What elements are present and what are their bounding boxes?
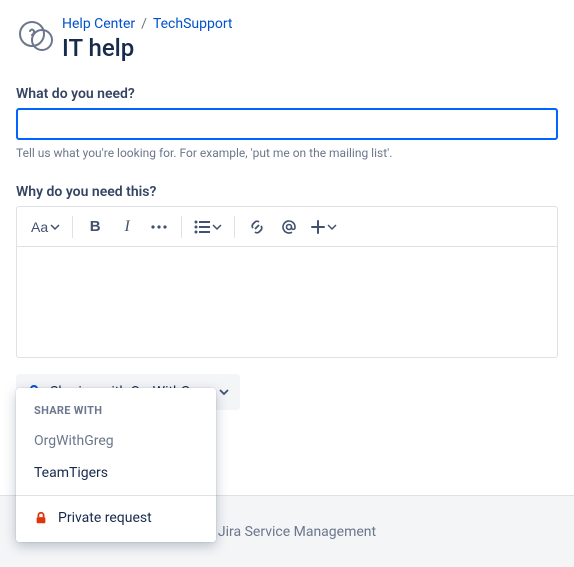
- toolbar-separator: [234, 216, 235, 238]
- summary-input[interactable]: [16, 108, 558, 140]
- chevron-down-icon: [218, 386, 230, 398]
- lock-closed-icon: [34, 511, 48, 525]
- breadcrumb-separator: /: [141, 16, 147, 32]
- summary-field: What do you need? Tell us what you're lo…: [16, 86, 558, 160]
- breadcrumb-project[interactable]: TechSupport: [153, 16, 233, 32]
- share-option-private[interactable]: Private request: [16, 502, 216, 534]
- editor-toolbar: Aa B I: [17, 207, 557, 247]
- page-header: Help Center / TechSupport IT help: [16, 16, 558, 62]
- summary-label: What do you need?: [16, 86, 558, 102]
- mention-button[interactable]: [273, 211, 305, 243]
- link-icon: [249, 219, 265, 235]
- toolbar-separator: [72, 216, 73, 238]
- insert-button[interactable]: [305, 211, 343, 243]
- dropdown-divider: [16, 495, 216, 496]
- bold-button[interactable]: B: [79, 211, 111, 243]
- mention-icon: [281, 219, 297, 235]
- request-type-icon: [16, 16, 56, 56]
- description-field: Why do you need this? Aa B I: [16, 184, 558, 358]
- share-option-org[interactable]: OrgWithGreg: [16, 425, 216, 457]
- footer-text: Jira Service Management: [218, 524, 376, 540]
- more-icon: [151, 225, 167, 229]
- description-label: Why do you need this?: [16, 184, 558, 200]
- page-title: IT help: [62, 34, 233, 62]
- breadcrumb: Help Center / TechSupport: [62, 16, 233, 32]
- chevron-down-icon: [212, 222, 222, 232]
- summary-hint: Tell us what you're looking for. For exa…: [16, 146, 558, 160]
- bullet-list-icon: [194, 220, 210, 234]
- text-styles-label: Aa: [31, 219, 48, 235]
- text-styles-button[interactable]: Aa: [25, 211, 66, 243]
- share-option-private-label: Private request: [58, 510, 152, 526]
- chevron-down-icon: [50, 222, 60, 232]
- share-with-dropdown: SHARE WITH OrgWithGreg TeamTigers Privat…: [16, 388, 216, 542]
- description-input[interactable]: [17, 247, 557, 357]
- breadcrumb-help-center[interactable]: Help Center: [62, 16, 135, 32]
- more-formatting-button[interactable]: [143, 211, 175, 243]
- dropdown-header: SHARE WITH: [16, 404, 216, 425]
- italic-button[interactable]: I: [111, 211, 143, 243]
- toolbar-separator: [181, 216, 182, 238]
- chevron-down-icon: [327, 222, 337, 232]
- lists-button[interactable]: [188, 211, 228, 243]
- link-button[interactable]: [241, 211, 273, 243]
- plus-icon: [311, 220, 325, 234]
- share-option-team[interactable]: TeamTigers: [16, 457, 216, 489]
- rich-text-editor: Aa B I: [16, 206, 558, 358]
